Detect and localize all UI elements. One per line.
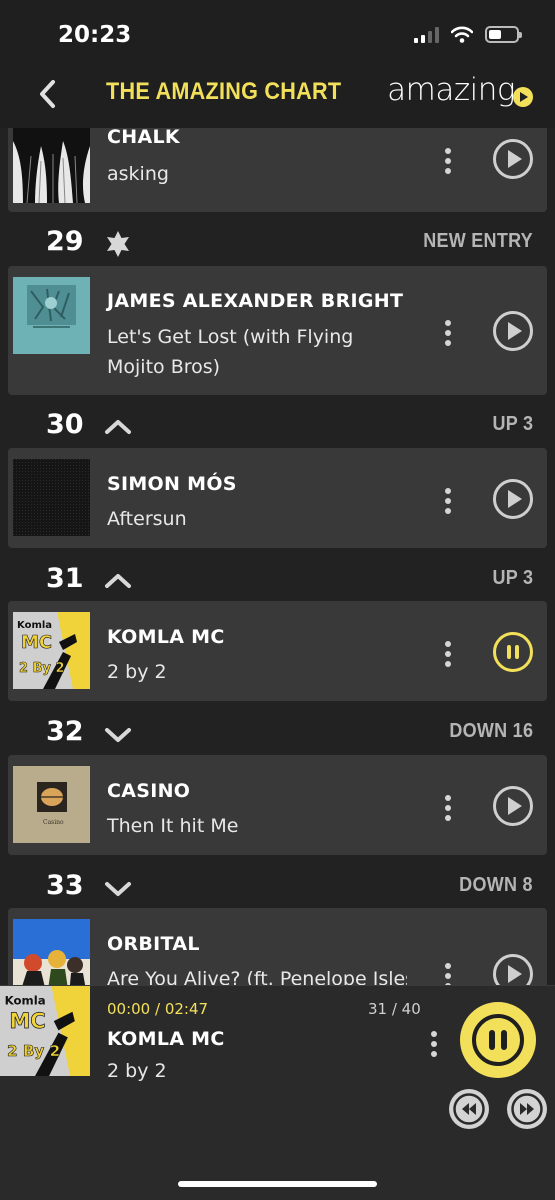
page-title: THE AMAZING CHART (106, 78, 342, 105)
play-icon (508, 797, 522, 815)
play-icon (508, 150, 522, 168)
cover-text-mc: MC (9, 1008, 45, 1033)
more-options-button[interactable] (440, 488, 456, 514)
now-playing-cover: Komla MC 2 By 2 (0, 986, 90, 1076)
track-artist: KOMLA MC (107, 626, 225, 648)
track-artist: JAMES ALEXANDER BRIGHT (107, 290, 404, 312)
more-options-button[interactable] (440, 320, 456, 346)
play-button[interactable] (493, 311, 533, 351)
album-cover-orbital (13, 919, 90, 985)
rank-number: 31 (46, 563, 84, 594)
rank-number: 33 (46, 870, 84, 901)
battery-icon (485, 26, 522, 43)
chevron-left-icon (40, 80, 55, 108)
pause-button[interactable] (493, 632, 533, 672)
chart-entry-card[interactable]: JAMES ALEXANDER BRIGHT Let's Get Lost (w… (8, 266, 547, 395)
chart-entry-card[interactable]: SIMON MÓS Aftersun (8, 448, 547, 548)
play-button[interactable] (493, 786, 533, 826)
album-cover-komla-mc: Komla MC 2 By 2 (13, 612, 90, 689)
cover-text-komla: Komla (5, 994, 46, 1008)
back-button[interactable] (30, 76, 66, 112)
play-button[interactable] (493, 954, 533, 985)
now-playing-pause-button[interactable] (460, 1002, 536, 1078)
chevron-down-icon (105, 728, 131, 742)
cover-text-komla: Komla (17, 620, 52, 631)
now-playing-more-button[interactable] (426, 1031, 442, 1057)
album-cover-simon-mos (13, 459, 90, 536)
rank-row: 31 UP 3 (0, 555, 555, 605)
chart-list[interactable]: CHALK asking 29 NEW ENTRY JAMES ALEXANDE… (0, 128, 555, 985)
chart-entry-card[interactable]: Casino CASINO Then It hit Me (8, 755, 547, 855)
rank-row: 33 DOWN 8 (0, 862, 555, 912)
more-options-button[interactable] (440, 641, 456, 667)
pause-icon (472, 1014, 524, 1066)
track-title: asking (107, 163, 169, 185)
chevron-up-icon (105, 574, 131, 588)
play-button[interactable] (493, 139, 533, 179)
chart-entry-card[interactable]: CHALK asking (8, 128, 547, 212)
signal-icon (414, 26, 439, 43)
track-title: 2 by 2 (107, 661, 167, 683)
track-artist: ORBITAL (107, 933, 200, 955)
track-title: Aftersun (107, 508, 187, 530)
rewind-icon (453, 1093, 485, 1125)
chart-movement-label: DOWN 8 (459, 874, 533, 896)
cover-text-2by2: 2 By 2 (19, 661, 65, 676)
play-button[interactable] (493, 479, 533, 519)
rewind-button[interactable] (449, 1089, 489, 1129)
status-bar: 20:23 (0, 0, 555, 62)
playback-time: 00:00 / 02:47 (107, 1000, 209, 1018)
chart-entry-card[interactable]: ORBITAL Are You Alive? (ft. Penelope Isl… (8, 908, 547, 985)
rank-row: 32 DOWN 16 (0, 708, 555, 758)
chart-movement-label: NEW ENTRY (423, 230, 533, 252)
queue-position: 31 / 40 (368, 1000, 421, 1018)
rank-number: 29 (46, 226, 84, 257)
rank-row: 30 UP 3 (0, 401, 555, 451)
rank-number: 30 (46, 409, 84, 440)
chevron-up-icon (105, 420, 131, 434)
more-options-button[interactable] (440, 148, 456, 174)
rank-number: 32 (46, 716, 84, 747)
chart-movement-label: DOWN 16 (449, 720, 533, 742)
now-playing-bar[interactable]: Komla MC 2 By 2 00:00 / 02:47 31 / 40 KO… (0, 985, 555, 1200)
app-header: THE AMAZING CHART amazing (0, 62, 555, 128)
album-cover-chalk (13, 128, 90, 203)
logo-play-icon (513, 87, 533, 107)
track-title: Then It hit Me (107, 815, 239, 837)
rank-row: 29 NEW ENTRY (0, 218, 555, 268)
logo-text: amazing (387, 72, 515, 108)
chart-movement-label: UP 3 (492, 567, 533, 589)
cover-text-mc: MC (21, 632, 52, 653)
star-icon (107, 231, 129, 257)
more-options-button[interactable] (440, 795, 456, 821)
play-icon (508, 965, 522, 983)
amazing-logo: amazing (387, 72, 533, 108)
fast-forward-button[interactable] (507, 1089, 547, 1129)
track-artist: SIMON MÓS (107, 473, 237, 495)
status-icons (414, 26, 522, 43)
home-indicator[interactable] (178, 1181, 377, 1187)
status-time: 20:23 (58, 22, 132, 48)
album-cover-casino: Casino (13, 766, 90, 843)
chevron-down-icon (105, 882, 131, 896)
now-playing-artist: KOMLA MC (107, 1028, 225, 1050)
more-options-button[interactable] (440, 963, 456, 985)
track-artist: CHALK (107, 128, 180, 148)
fast-forward-icon (511, 1093, 543, 1125)
wifi-icon (451, 26, 473, 43)
track-title: Are You Alive? (ft. Penelope Isles) (107, 968, 407, 985)
track-artist: CASINO (107, 780, 191, 802)
chart-entry-card[interactable]: Komla MC 2 By 2 KOMLA MC 2 by 2 (8, 601, 547, 701)
cover-text-casino: Casino (43, 819, 64, 826)
now-playing-title: 2 by 2 (107, 1060, 167, 1082)
play-icon (508, 490, 522, 508)
track-title: Let's Get Lost (with Flying Mojito Bros) (107, 326, 354, 378)
album-cover-james-alexander-bright (13, 277, 90, 354)
pause-icon (507, 645, 511, 659)
chart-movement-label: UP 3 (492, 413, 533, 435)
play-icon (508, 322, 522, 340)
cover-text-2by2: 2 By 2 (7, 1042, 60, 1060)
